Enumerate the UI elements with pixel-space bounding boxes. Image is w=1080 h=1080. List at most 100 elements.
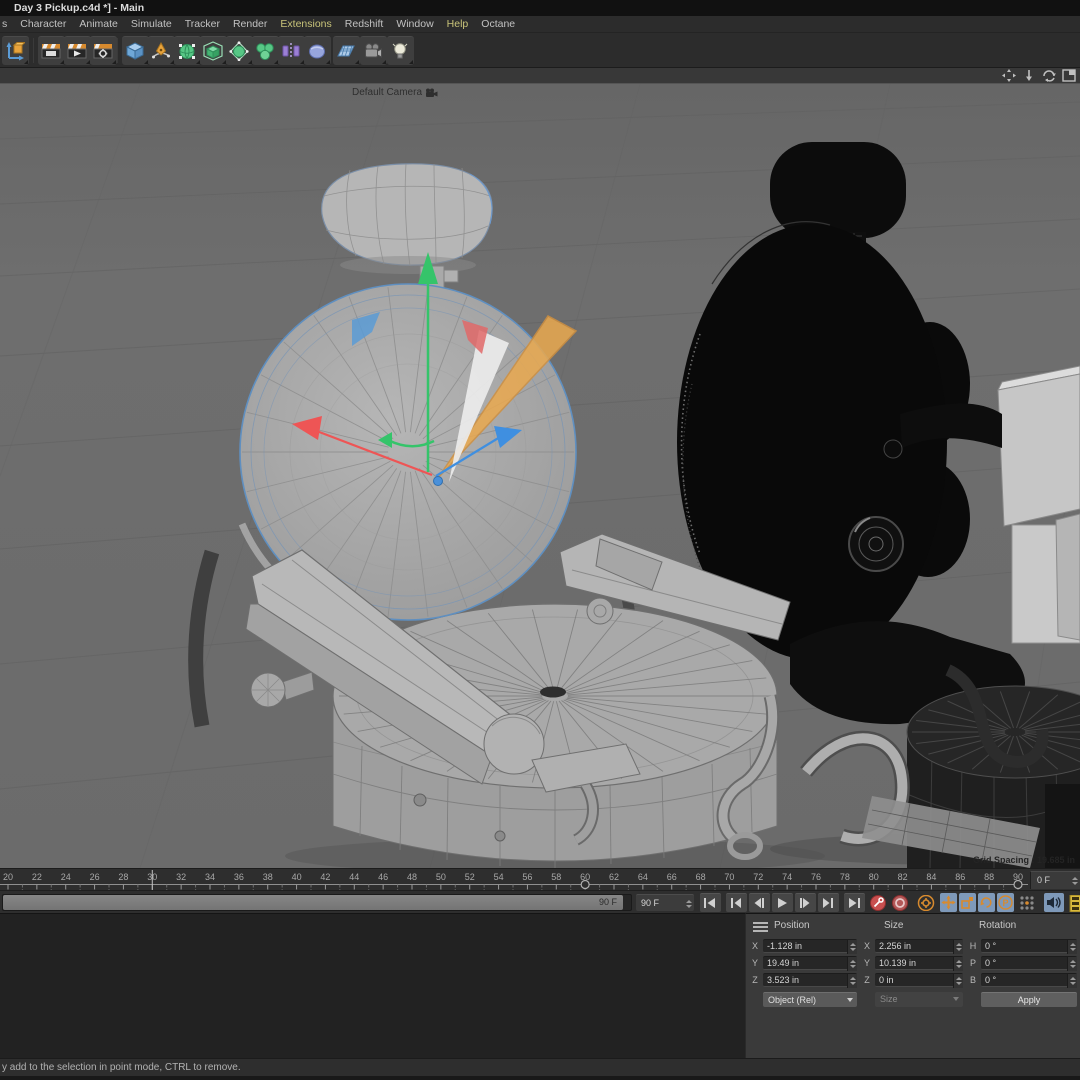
size-x-input[interactable]: 2.256 in xyxy=(875,939,963,953)
position-y-input[interactable]: 19.49 in xyxy=(763,956,857,970)
rotate-icon[interactable] xyxy=(1042,69,1056,82)
viewport[interactable]: Default Camera Grid Spacing : 19.685 in xyxy=(0,68,1080,868)
stepper-icon[interactable] xyxy=(1067,957,1077,971)
timeline-slider[interactable]: 90 F xyxy=(2,894,632,911)
menu-item-s[interactable]: s xyxy=(2,18,7,30)
position-z-label: Z xyxy=(749,975,761,985)
size-z-input[interactable]: 0 in xyxy=(875,973,963,987)
sound-button[interactable] xyxy=(1044,893,1064,912)
menu-item-octane[interactable]: Octane xyxy=(481,18,515,30)
goto-start-button[interactable] xyxy=(700,893,721,912)
stepper-icon[interactable] xyxy=(847,974,857,988)
stepper-icon[interactable] xyxy=(953,974,963,988)
size-mode-dropdown[interactable]: Size xyxy=(875,992,963,1007)
svg-text:54: 54 xyxy=(494,872,504,882)
subdivision-surface-button[interactable] xyxy=(174,36,201,65)
position-keys-toggle[interactable] xyxy=(940,893,957,912)
coordinates-menu-icon[interactable] xyxy=(753,922,768,932)
stepper-icon[interactable] xyxy=(684,897,693,910)
cloner-button[interactable] xyxy=(252,36,279,65)
stepper-icon[interactable] xyxy=(953,940,963,954)
next-frame-icon xyxy=(798,897,812,909)
position-x-label: X xyxy=(749,941,761,951)
position-z-input[interactable]: 3.523 in xyxy=(763,973,857,987)
spline-pen-button[interactable] xyxy=(148,36,175,65)
coordinates-panel: Position Size Rotation X -1.128 in X 2.2… xyxy=(745,913,1080,1058)
stepper-icon[interactable] xyxy=(1067,940,1077,954)
next-frame-button[interactable] xyxy=(795,893,816,912)
camera-button[interactable] xyxy=(360,36,387,65)
rotation-column-title: Rotation xyxy=(979,920,1016,931)
render-view-button[interactable] xyxy=(38,36,65,65)
svg-text:38: 38 xyxy=(263,872,273,882)
primitive-cube-button[interactable] xyxy=(122,36,149,65)
menu-item-animate[interactable]: Animate xyxy=(79,18,118,30)
rotation-h-input[interactable]: 0 ° xyxy=(981,939,1077,953)
rotation-b-input[interactable]: 0 ° xyxy=(981,973,1077,987)
size-y-input[interactable]: 10.139 in xyxy=(875,956,963,970)
scale-keys-toggle[interactable] xyxy=(959,893,976,912)
coordinate-mode-dropdown[interactable]: Object (Rel) xyxy=(763,992,857,1007)
keyframe-selection-button[interactable] xyxy=(916,893,936,912)
svg-text:80: 80 xyxy=(869,872,879,882)
frame-end-field[interactable]: 0 F xyxy=(1030,871,1080,889)
toolbar-separator xyxy=(33,38,34,63)
rotation-keys-toggle[interactable] xyxy=(978,893,995,912)
volume-builder-icon xyxy=(203,41,223,61)
rotation-h-label: H xyxy=(967,941,979,951)
deformer-button[interactable] xyxy=(226,36,253,65)
record-keyframe-button[interactable] xyxy=(868,893,888,912)
stepper-icon[interactable] xyxy=(847,957,857,971)
prev-frame-button[interactable] xyxy=(749,893,770,912)
viewport-top-strip xyxy=(0,68,1080,84)
svg-text:28: 28 xyxy=(118,872,128,882)
timeline-ruler[interactable]: 2022242628303234363840424446485052545658… xyxy=(0,868,1080,890)
play-button[interactable] xyxy=(772,893,793,912)
stepper-icon[interactable] xyxy=(1070,874,1079,887)
keyframe-bar-button[interactable] xyxy=(1068,893,1080,912)
render-picture-viewer-button[interactable] xyxy=(64,36,91,65)
menu-item-tracker[interactable]: Tracker xyxy=(185,18,220,30)
position-x-input[interactable]: -1.128 in xyxy=(763,939,857,953)
menu-item-extensions[interactable]: Extensions xyxy=(280,18,331,30)
axes-move-tool-button[interactable] xyxy=(2,36,29,65)
autokey-button[interactable] xyxy=(890,893,910,912)
volume-builder-button[interactable] xyxy=(200,36,227,65)
rotation-p-input[interactable]: 0 ° xyxy=(981,956,1077,970)
stepper-icon[interactable] xyxy=(953,957,963,971)
viewport-canvas[interactable] xyxy=(0,84,1080,868)
pan-icon[interactable] xyxy=(1002,69,1016,82)
goto-end-button[interactable] xyxy=(844,893,865,912)
menu-item-character[interactable]: Character xyxy=(20,18,66,30)
toggle-view-icon[interactable] xyxy=(1062,69,1076,82)
menu-item-redshift[interactable]: Redshift xyxy=(345,18,384,30)
menu-item-simulate[interactable]: Simulate xyxy=(131,18,172,30)
field-button[interactable] xyxy=(304,36,331,65)
point-level-animation-toggle[interactable] xyxy=(1018,893,1038,912)
menu-item-render[interactable]: Render xyxy=(233,18,267,30)
current-frame-field[interactable]: 90 F xyxy=(636,894,694,911)
size-y-label: Y xyxy=(861,958,873,968)
menu-item-help[interactable]: Help xyxy=(447,18,469,30)
prev-key-button[interactable] xyxy=(726,893,747,912)
parameter-keys-toggle[interactable]: P xyxy=(997,893,1014,912)
render-settings-button[interactable] xyxy=(90,36,117,65)
goto-end-icon xyxy=(847,897,861,909)
light-button[interactable] xyxy=(387,36,414,65)
play-icon xyxy=(775,897,789,909)
position-keys-icon xyxy=(941,895,956,910)
size-column-title: Size xyxy=(884,920,903,931)
gizmo-center[interactable] xyxy=(434,477,443,486)
stepper-icon[interactable] xyxy=(847,940,857,954)
stepper-icon[interactable] xyxy=(1067,974,1077,988)
rotation-keys-icon xyxy=(979,895,994,910)
svg-text:62: 62 xyxy=(609,872,619,882)
floor-grid-button[interactable] xyxy=(333,36,360,65)
camera-label[interactable]: Default Camera xyxy=(330,87,460,98)
zoom-icon[interactable] xyxy=(1022,69,1036,82)
spline-pen-icon xyxy=(151,41,171,61)
next-key-button[interactable] xyxy=(818,893,839,912)
symmetry-button[interactable] xyxy=(278,36,305,65)
apply-button[interactable]: Apply xyxy=(981,992,1077,1007)
menu-item-window[interactable]: Window xyxy=(396,18,433,30)
